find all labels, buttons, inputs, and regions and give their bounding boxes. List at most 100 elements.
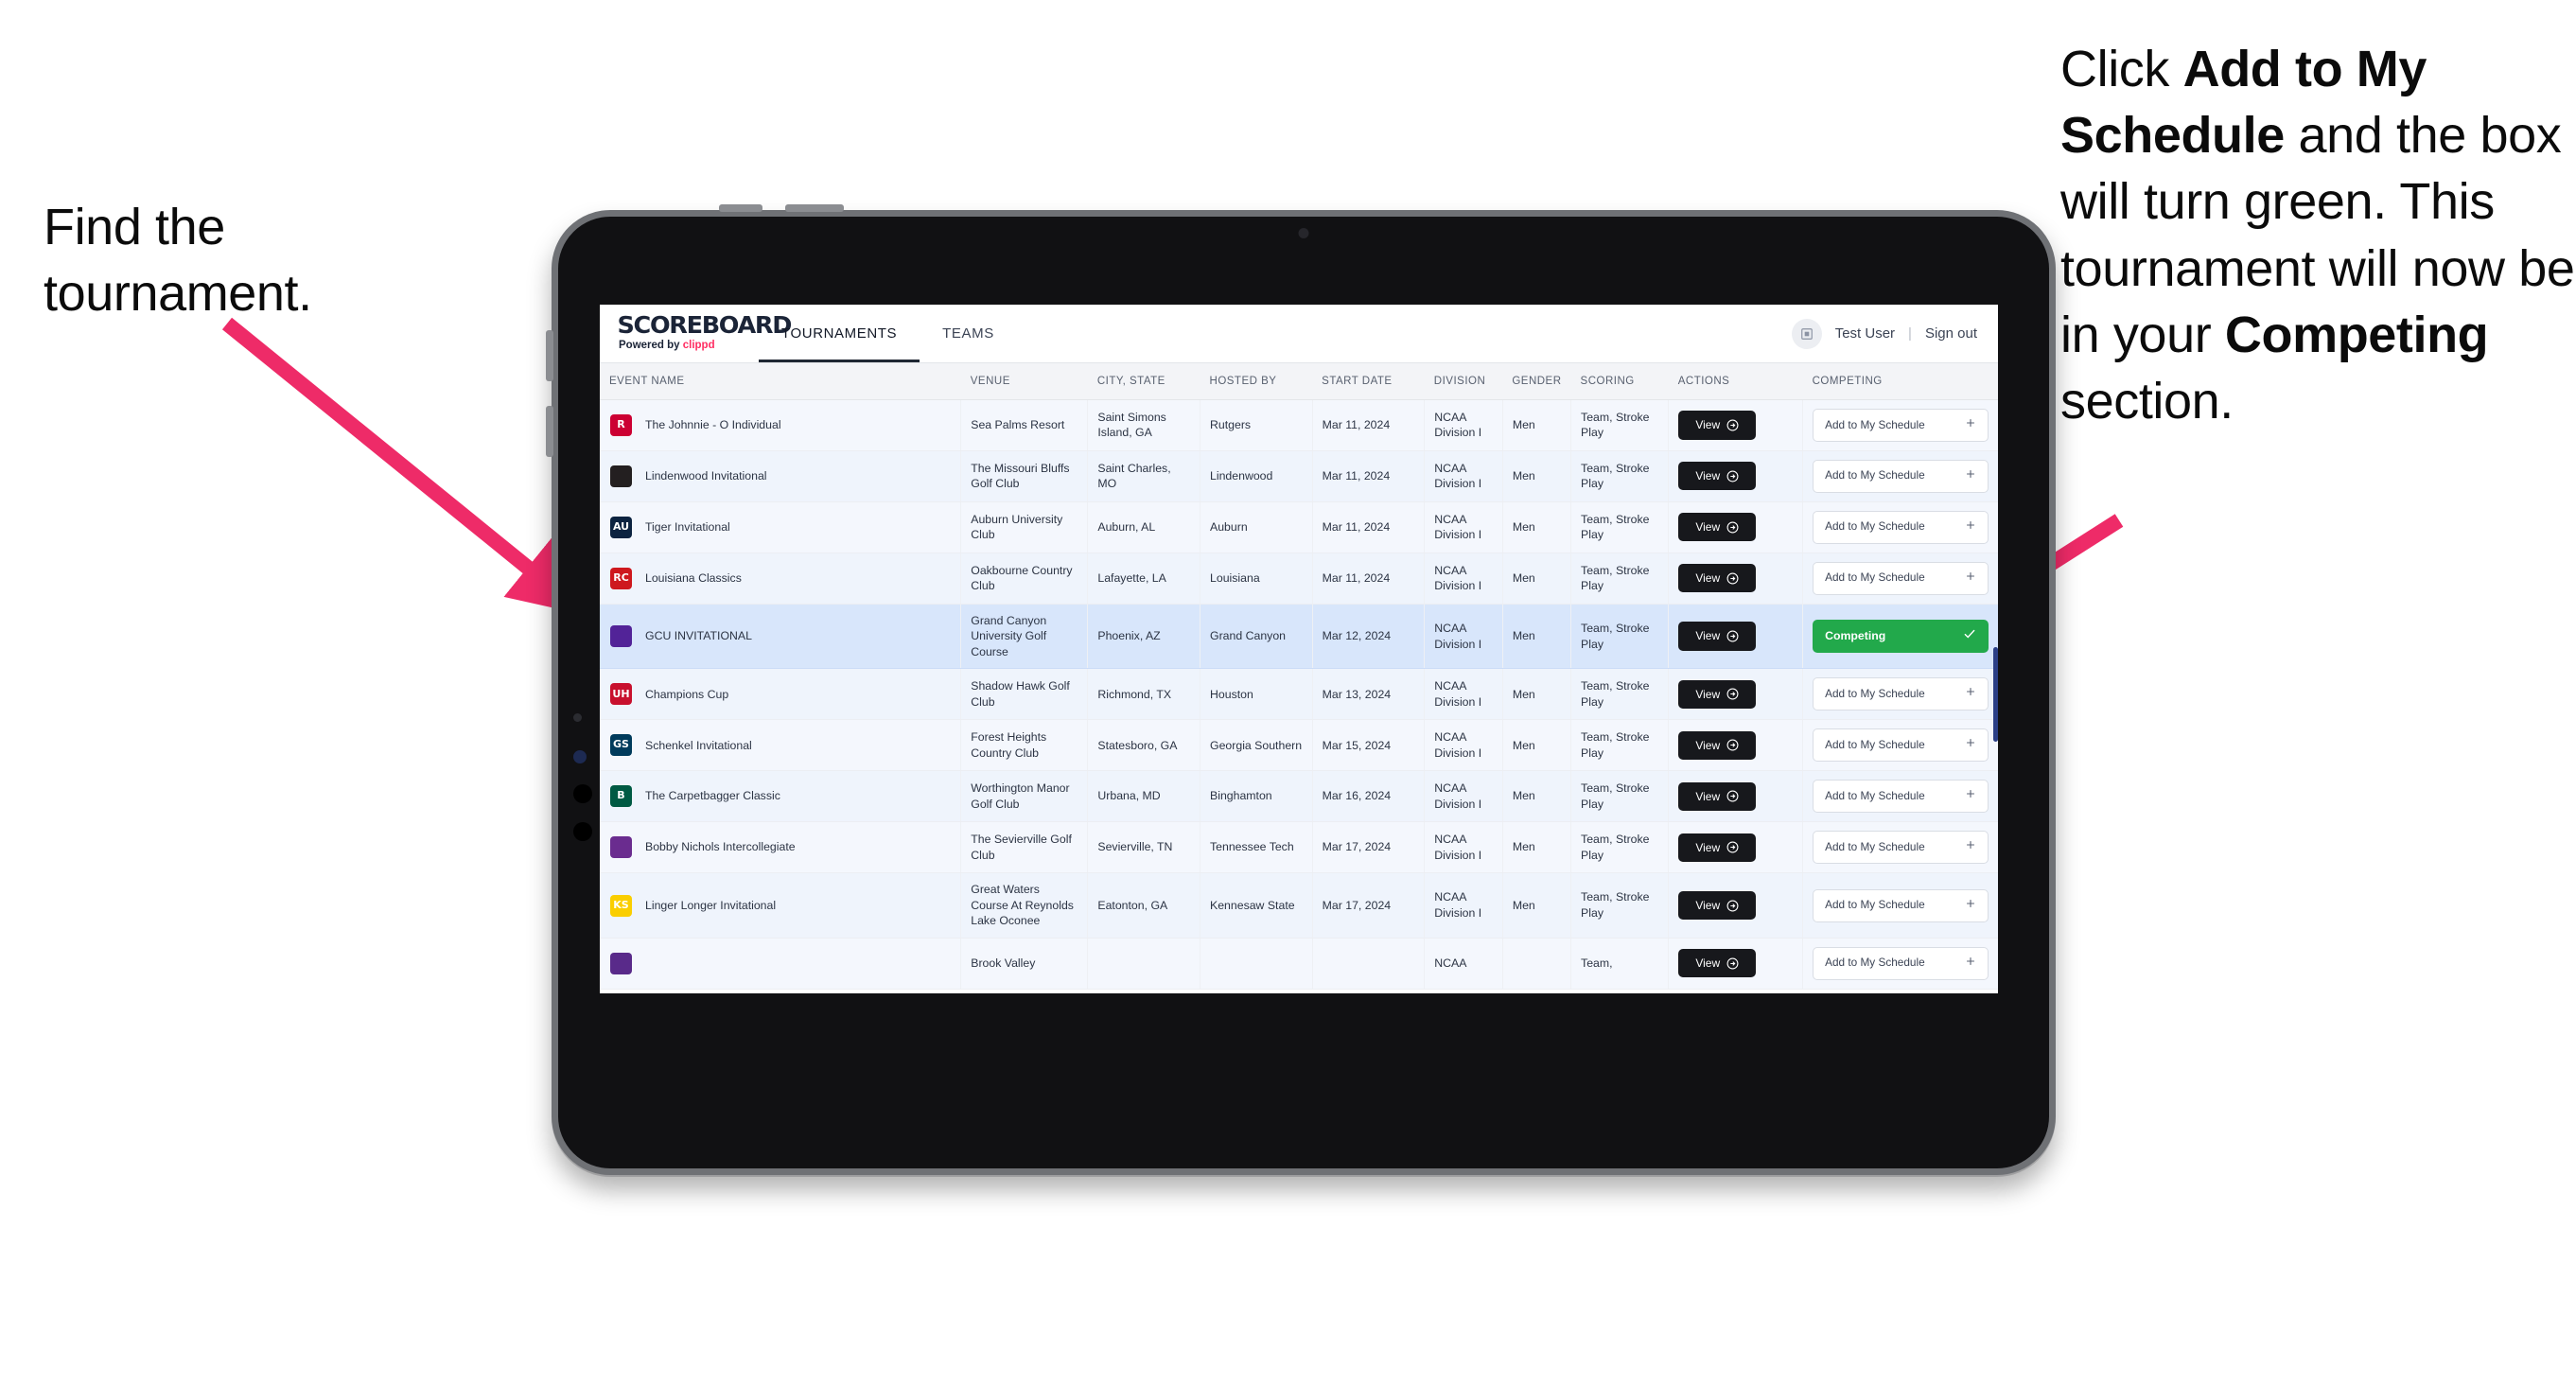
add-to-my-schedule-button[interactable]: Add to My Schedule [1813,409,1989,442]
tagline-brand: clippd [682,340,715,351]
view-button[interactable]: View [1678,949,1757,978]
cell-start-date: Mar 16, 2024 [1312,770,1426,823]
event-name-label: Schenkel Invitational [645,738,752,752]
view-button[interactable]: View [1678,513,1757,542]
view-button[interactable]: View [1678,679,1757,710]
add-to-my-schedule-button[interactable]: Add to My Schedule [1813,888,1989,922]
cell-competing: Add to My Schedule [1802,668,1998,721]
add-to-my-schedule-button[interactable]: Add to My Schedule [1813,946,1989,980]
view-button[interactable]: View [1678,411,1757,440]
view-button-label: View [1695,629,1721,643]
cell-competing: Add to My Schedule [1802,450,1998,502]
arrow-circle-icon [1726,419,1739,431]
cell-event-name: KS Linger Longer Invitational [600,872,962,939]
table-row[interactable]: AU Tiger Invitational Auburn University Cl… [600,501,1998,553]
user-menu: Test User | Sign out [1791,305,1998,362]
add-to-my-schedule-label: Add to My Schedule [1825,737,1925,751]
view-button[interactable]: View [1678,462,1757,491]
cell-venue: The Missouri Bluffs Golf Club [960,450,1089,502]
cell-division: NCAA [1424,938,1503,990]
camera-dot [573,750,587,763]
col-event-name[interactable]: EVENT NAME [600,363,961,400]
plus-icon [1965,417,1976,433]
cell-hosted-by [1200,938,1313,990]
add-to-my-schedule-button[interactable]: Add to My Schedule [1813,677,1989,711]
cell-city-state: Urbana, MD [1087,770,1201,823]
cell-actions: View [1668,501,1804,553]
col-competing: COMPETING [1802,363,1998,400]
add-to-my-schedule-button[interactable]: Add to My Schedule [1813,561,1989,595]
col-hosted-by[interactable]: HOSTED BY [1200,363,1313,400]
add-to-my-schedule-label: Add to My Schedule [1825,468,1925,482]
cell-actions: View [1668,821,1804,874]
cell-scoring: Team, Stroke Play [1570,872,1670,939]
cell-competing: Add to My Schedule [1802,821,1998,874]
cell-hosted-by: Grand Canyon [1200,604,1313,670]
tab-teams[interactable]: TEAMS [920,305,1017,362]
col-city-state[interactable]: CITY, STATE [1087,363,1200,400]
cell-city-state: Auburn, AL [1087,501,1201,553]
cell-actions: View [1668,604,1804,670]
cell-actions: View [1668,553,1804,605]
cell-competing: Add to My Schedule [1802,770,1998,823]
add-to-my-schedule-button[interactable]: Add to My Schedule [1813,728,1989,763]
add-to-my-schedule-button[interactable]: Add to My Schedule [1813,459,1989,493]
plus-icon [1965,839,1976,855]
side-button-lower[interactable] [546,406,553,457]
table-row[interactable]: GCU INVITATIONAL Grand Canyon University … [600,604,1998,670]
side-button-upper[interactable] [546,330,553,381]
table-row[interactable]: Brook Valley NCAA Team, View Add to My Sched… [600,938,1998,990]
add-to-my-schedule-label: Add to My Schedule [1825,788,1925,802]
add-to-my-schedule-label: Add to My Schedule [1825,898,1925,912]
view-button[interactable]: View [1678,622,1757,651]
cell-event-name: GS Schenkel Invitational [600,719,962,772]
cell-division: NCAA Division I [1424,719,1503,772]
lindenwood-logo [609,465,633,488]
volume-up-button[interactable] [719,204,762,212]
table-row[interactable]: RC Louisiana Classics Oakbourne Country Cl… [600,553,1998,605]
volume-down-button[interactable] [785,204,844,212]
cell-gender: Men [1502,770,1572,823]
table-row[interactable]: GS Schenkel Invitational Forest Heights Co… [600,719,1998,772]
table-row[interactable]: Lindenwood Invitational The Missouri Bluf… [600,450,1998,502]
user-avatar-icon[interactable] [1791,318,1822,349]
add-to-my-schedule-button[interactable]: Add to My Schedule [1813,780,1989,814]
col-scoring[interactable]: SCORING [1570,363,1669,400]
event-name-label: Linger Longer Invitational [645,898,777,912]
cell-venue: Oakbourne Country Club [960,553,1089,605]
table-row[interactable]: Bobby Nichols Intercollegiate The Sevierv… [600,821,1998,874]
view-button[interactable]: View [1678,833,1757,862]
col-venue[interactable]: VENUE [960,363,1088,400]
cell-division: NCAA Division I [1424,668,1503,721]
view-button[interactable]: View [1678,890,1757,921]
tab-tournaments[interactable]: TOURNAMENTS [759,305,920,362]
competing-badge[interactable]: Competing [1813,620,1989,653]
col-start-date[interactable]: START DATE [1312,363,1425,400]
add-to-my-schedule-button[interactable]: Add to My Schedule [1813,831,1989,865]
brand-logo[interactable]: SCOREBOARD Powered by clippd [600,305,793,362]
cell-hosted-by: Binghamton [1200,770,1313,823]
sign-out-link[interactable]: Sign out [1925,325,1977,342]
cell-event-name: Bobby Nichols Intercollegiate [600,821,962,874]
event-name-label: The Carpetbagger Classic [645,789,780,803]
cell-venue: Auburn University Club [960,501,1089,553]
table-row[interactable]: R The Johnnie - O Individual Sea Palms Res… [600,399,1998,451]
cell-gender [1502,938,1572,990]
cell-hosted-by: Georgia Southern [1200,719,1313,772]
view-button[interactable]: View [1678,730,1757,760]
table-row[interactable]: B The Carpetbagger Classic Worthington Man… [600,770,1998,823]
table-row[interactable]: KS Linger Longer Invitational Great Waters… [600,872,1998,939]
arrow-circle-icon [1726,470,1739,482]
vertical-scrollbar[interactable] [1993,647,1998,742]
col-gender[interactable]: GENDER [1502,363,1571,400]
view-button[interactable]: View [1678,564,1757,593]
tutorial-screenshot: Find the tournament. Click Add to My Sch… [0,0,2576,1386]
table-row[interactable]: UH Champions Cup Shadow Hawk Golf Club Rich… [600,668,1998,721]
add-to-my-schedule-label: Add to My Schedule [1825,417,1925,431]
cell-event-name: GCU INVITATIONAL [600,604,962,670]
add-to-my-schedule-button[interactable]: Add to My Schedule [1813,510,1989,544]
col-division[interactable]: DIVISION [1424,363,1503,400]
view-button[interactable]: View [1678,781,1757,811]
tournaments-table-container[interactable]: EVENT NAME VENUE CITY, STATE HOSTED BY S… [600,363,1998,993]
cell-division: NCAA Division I [1424,604,1503,670]
